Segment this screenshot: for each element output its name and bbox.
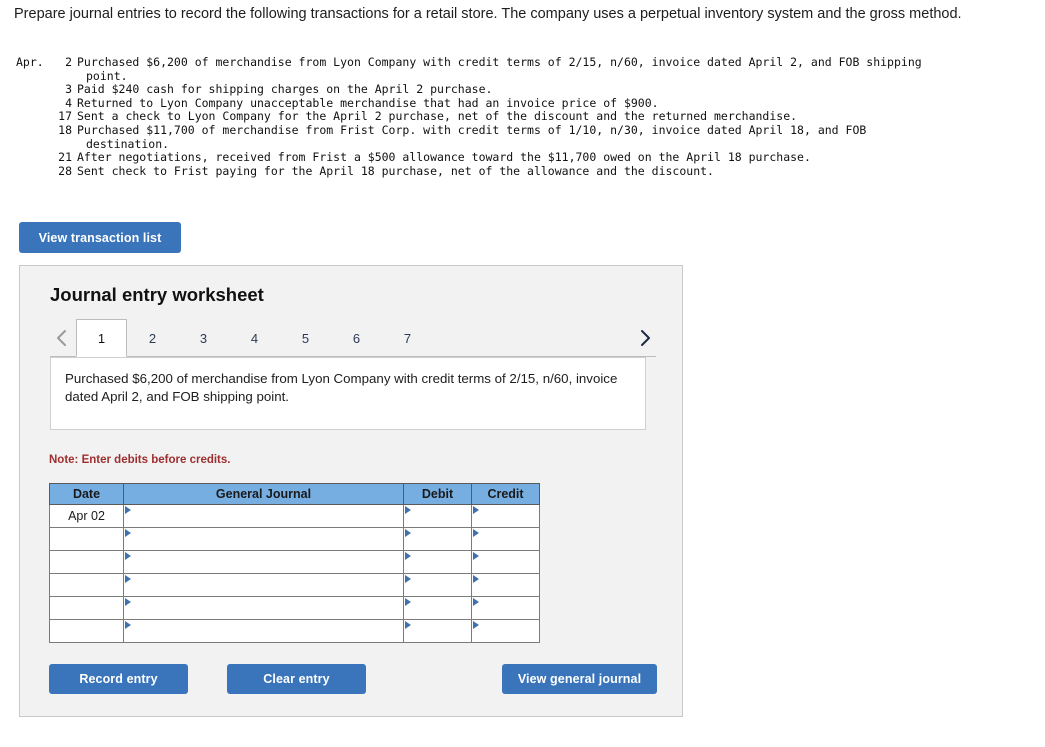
transaction-day: 18	[58, 122, 72, 137]
journal-table-row	[49, 573, 540, 597]
column-header-credit: Credit	[471, 483, 540, 505]
worksheet-tabstrip: 1234567	[50, 319, 656, 357]
transaction-row: 4 Returned to Lyon Company unacceptable m…	[16, 95, 976, 111]
transaction-day: 4	[65, 95, 72, 110]
clear-entry-button[interactable]: Clear entry	[227, 664, 366, 694]
journal-debit-input-cell[interactable]	[403, 596, 472, 620]
journal-entry-worksheet-panel: Journal entry worksheet 1234567 Purchase…	[19, 265, 683, 717]
journal-account-input-cell[interactable]	[123, 596, 404, 620]
transaction-text: Sent a check to Lyon Company for the Apr…	[77, 109, 798, 124]
worksheet-tab-7[interactable]: 7	[382, 319, 433, 357]
transaction-day: 17	[58, 109, 72, 124]
journal-debit-input-cell[interactable]	[403, 504, 472, 528]
transaction-text-continuation: point.	[86, 68, 128, 83]
transaction-description-box: Purchased $6,200 of merchandise from Lyo…	[50, 357, 646, 430]
transaction-row: Apr. 2 Purchased $6,200 of merchandise fro…	[16, 55, 976, 83]
view-general-journal-button[interactable]: View general journal	[502, 664, 657, 694]
chevron-right-icon[interactable]	[634, 325, 656, 351]
chevron-left-icon[interactable]	[50, 325, 72, 351]
transaction-row: 18 Purchased $11,700 of merchandise from …	[16, 122, 976, 151]
view-transaction-list-button[interactable]: View transaction list	[19, 222, 181, 253]
worksheet-tab-6[interactable]: 6	[331, 319, 382, 357]
record-entry-button[interactable]: Record entry	[49, 664, 188, 694]
worksheet-title: Journal entry worksheet	[50, 284, 264, 305]
journal-entry-table: Date General Journal Debit Credit Apr 02	[49, 483, 540, 643]
journal-account-input-cell[interactable]	[123, 550, 404, 574]
transaction-row: 17 Sent a check to Lyon Company for the A…	[16, 110, 976, 124]
column-header-date: Date	[49, 483, 124, 505]
transaction-day: 3	[65, 82, 72, 97]
journal-date-cell[interactable]	[49, 550, 124, 574]
journal-credit-input-cell[interactable]	[471, 619, 540, 643]
journal-account-input-cell[interactable]	[123, 573, 404, 597]
transaction-text: Purchased $11,700 of merchandise from Fr…	[77, 123, 976, 151]
journal-date-cell[interactable]	[49, 596, 124, 620]
journal-table-row	[49, 596, 540, 620]
transaction-text: Returned to Lyon Company unacceptable me…	[77, 95, 659, 110]
transaction-row: 21 After negotiations, received from Fris…	[16, 151, 976, 165]
transaction-text: After negotiations, received from Frist …	[77, 150, 811, 165]
journal-table-body: Apr 02	[49, 504, 540, 643]
transaction-text: Sent check to Frist paying for the April…	[77, 163, 714, 178]
journal-date-cell[interactable]	[49, 619, 124, 643]
journal-account-input-cell[interactable]	[123, 527, 404, 551]
worksheet-tab-5[interactable]: 5	[280, 319, 331, 357]
transaction-day: 28	[58, 163, 72, 178]
transaction-text: Paid $240 cash for shipping charges on t…	[77, 82, 493, 97]
transaction-row: 28 Sent check to Frist paying for the Apr…	[16, 163, 976, 179]
worksheet-tab-4[interactable]: 4	[229, 319, 280, 357]
transaction-text: Purchased $6,200 of merchandise from Lyo…	[77, 55, 976, 83]
worksheet-tab-3[interactable]: 3	[178, 319, 229, 357]
transaction-row: 3 Paid $240 cash for shipping charges on …	[16, 83, 976, 97]
journal-debit-input-cell[interactable]	[403, 619, 472, 643]
journal-table-row: Apr 02	[49, 504, 540, 528]
journal-credit-input-cell[interactable]	[471, 573, 540, 597]
transaction-text-continuation: destination.	[86, 136, 170, 151]
journal-debit-input-cell[interactable]	[403, 527, 472, 551]
journal-table-row	[49, 550, 540, 574]
intro-instructions: Prepare journal entries to record the fo…	[14, 6, 962, 22]
journal-table-row	[49, 527, 540, 551]
journal-table-row	[49, 619, 540, 643]
transaction-day: 2	[65, 55, 72, 69]
journal-date-cell[interactable]: Apr 02	[49, 504, 124, 528]
worksheet-tab-2[interactable]: 2	[127, 319, 178, 357]
column-header-general-journal: General Journal	[123, 483, 404, 505]
worksheet-tab-1[interactable]: 1	[76, 319, 127, 357]
journal-debit-input-cell[interactable]	[403, 573, 472, 597]
journal-credit-input-cell[interactable]	[471, 527, 540, 551]
transaction-month-label: Apr.	[16, 55, 44, 69]
journal-table-header-row: Date General Journal Debit Credit	[49, 483, 540, 505]
transaction-list: Apr. 2 Purchased $6,200 of merchandise fro…	[16, 55, 976, 179]
journal-credit-input-cell[interactable]	[471, 550, 540, 574]
journal-account-input-cell[interactable]	[123, 619, 404, 643]
journal-credit-input-cell[interactable]	[471, 504, 540, 528]
debits-before-credits-note: Note: Enter debits before credits.	[49, 454, 231, 466]
journal-date-cell[interactable]	[49, 573, 124, 597]
journal-account-input-cell[interactable]	[123, 504, 404, 528]
journal-date-cell[interactable]	[49, 527, 124, 551]
column-header-debit: Debit	[403, 483, 472, 505]
journal-debit-input-cell[interactable]	[403, 550, 472, 574]
transaction-day: 21	[58, 150, 72, 165]
journal-credit-input-cell[interactable]	[471, 596, 540, 620]
